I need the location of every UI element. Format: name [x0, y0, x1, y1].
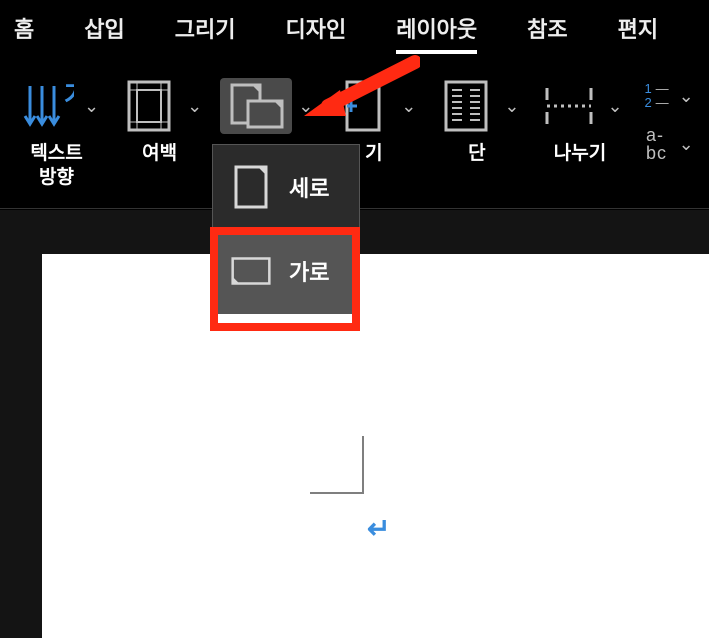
chevron-down-icon[interactable]: ⌄: [679, 86, 694, 107]
tab-design[interactable]: 디자인: [285, 12, 346, 54]
group-orientation: ⌄: [220, 78, 313, 142]
breaks-button[interactable]: [537, 78, 601, 134]
columns-label: 단: [468, 142, 485, 166]
margins-label: 여백: [142, 142, 177, 166]
chevron-down-icon[interactable]: ⌄: [607, 96, 622, 117]
paragraph-return-icon: ↵: [367, 512, 390, 545]
margins-button[interactable]: [117, 78, 181, 134]
orientation-option-landscape[interactable]: 가로: [213, 229, 359, 313]
orientation-option-label: 세로: [289, 171, 329, 203]
group-breaks: ⌄ 나누기: [537, 78, 622, 166]
tab-bar: 홈 삽입 그리기 디자인 레이아웃 참조 편지: [0, 0, 709, 60]
portrait-page-icon: [231, 163, 271, 211]
chevron-down-icon[interactable]: ⌄: [298, 96, 313, 117]
orientation-option-label: 가로: [289, 255, 329, 287]
cursor-margin-mark: [310, 436, 364, 494]
breaks-label: 나누기: [554, 142, 606, 166]
line-numbers-button[interactable]: 12——: [641, 78, 673, 114]
document-page[interactable]: ↵: [42, 254, 709, 638]
tab-references[interactable]: 참조: [527, 12, 567, 54]
line-numbers-icon: 12——: [644, 82, 668, 111]
chevron-down-icon[interactable]: ⌄: [84, 96, 99, 117]
svg-text:가: 가: [64, 80, 74, 110]
chevron-down-icon[interactable]: ⌄: [679, 134, 694, 155]
tab-layout[interactable]: 레이아웃: [396, 12, 477, 54]
text-direction-button[interactable]: 가: [14, 78, 78, 134]
chevron-down-icon[interactable]: ⌄: [187, 96, 202, 117]
group-text-direction: 가 ⌄ 텍스트 방향: [14, 78, 99, 190]
size-button[interactable]: [331, 78, 395, 134]
hyphenation-icon: a- bc: [646, 126, 667, 162]
text-direction-label: 텍스트 방향: [30, 142, 82, 190]
group-margins: ⌄ 여백: [117, 78, 202, 166]
group-line-numbers: 12—— ⌄: [641, 78, 694, 114]
tab-mailings[interactable]: 편지: [618, 12, 658, 54]
tab-insert[interactable]: 삽입: [84, 12, 124, 54]
chevron-down-icon[interactable]: ⌄: [401, 96, 416, 117]
group-columns: ⌄ 단: [434, 78, 519, 166]
chevron-down-icon[interactable]: ⌄: [504, 96, 519, 117]
group-hyphenation: a- bc ⌄: [641, 126, 694, 162]
orientation-button[interactable]: [220, 78, 292, 134]
landscape-page-icon: [231, 247, 271, 295]
tab-home[interactable]: 홈: [14, 12, 34, 54]
size-label: 기: [365, 142, 382, 166]
hyphenation-button[interactable]: a- bc: [641, 126, 673, 162]
orientation-option-portrait[interactable]: 세로: [213, 145, 359, 229]
tab-draw[interactable]: 그리기: [175, 12, 236, 54]
orientation-dropdown: 세로 가로: [212, 144, 360, 314]
columns-button[interactable]: [434, 78, 498, 134]
